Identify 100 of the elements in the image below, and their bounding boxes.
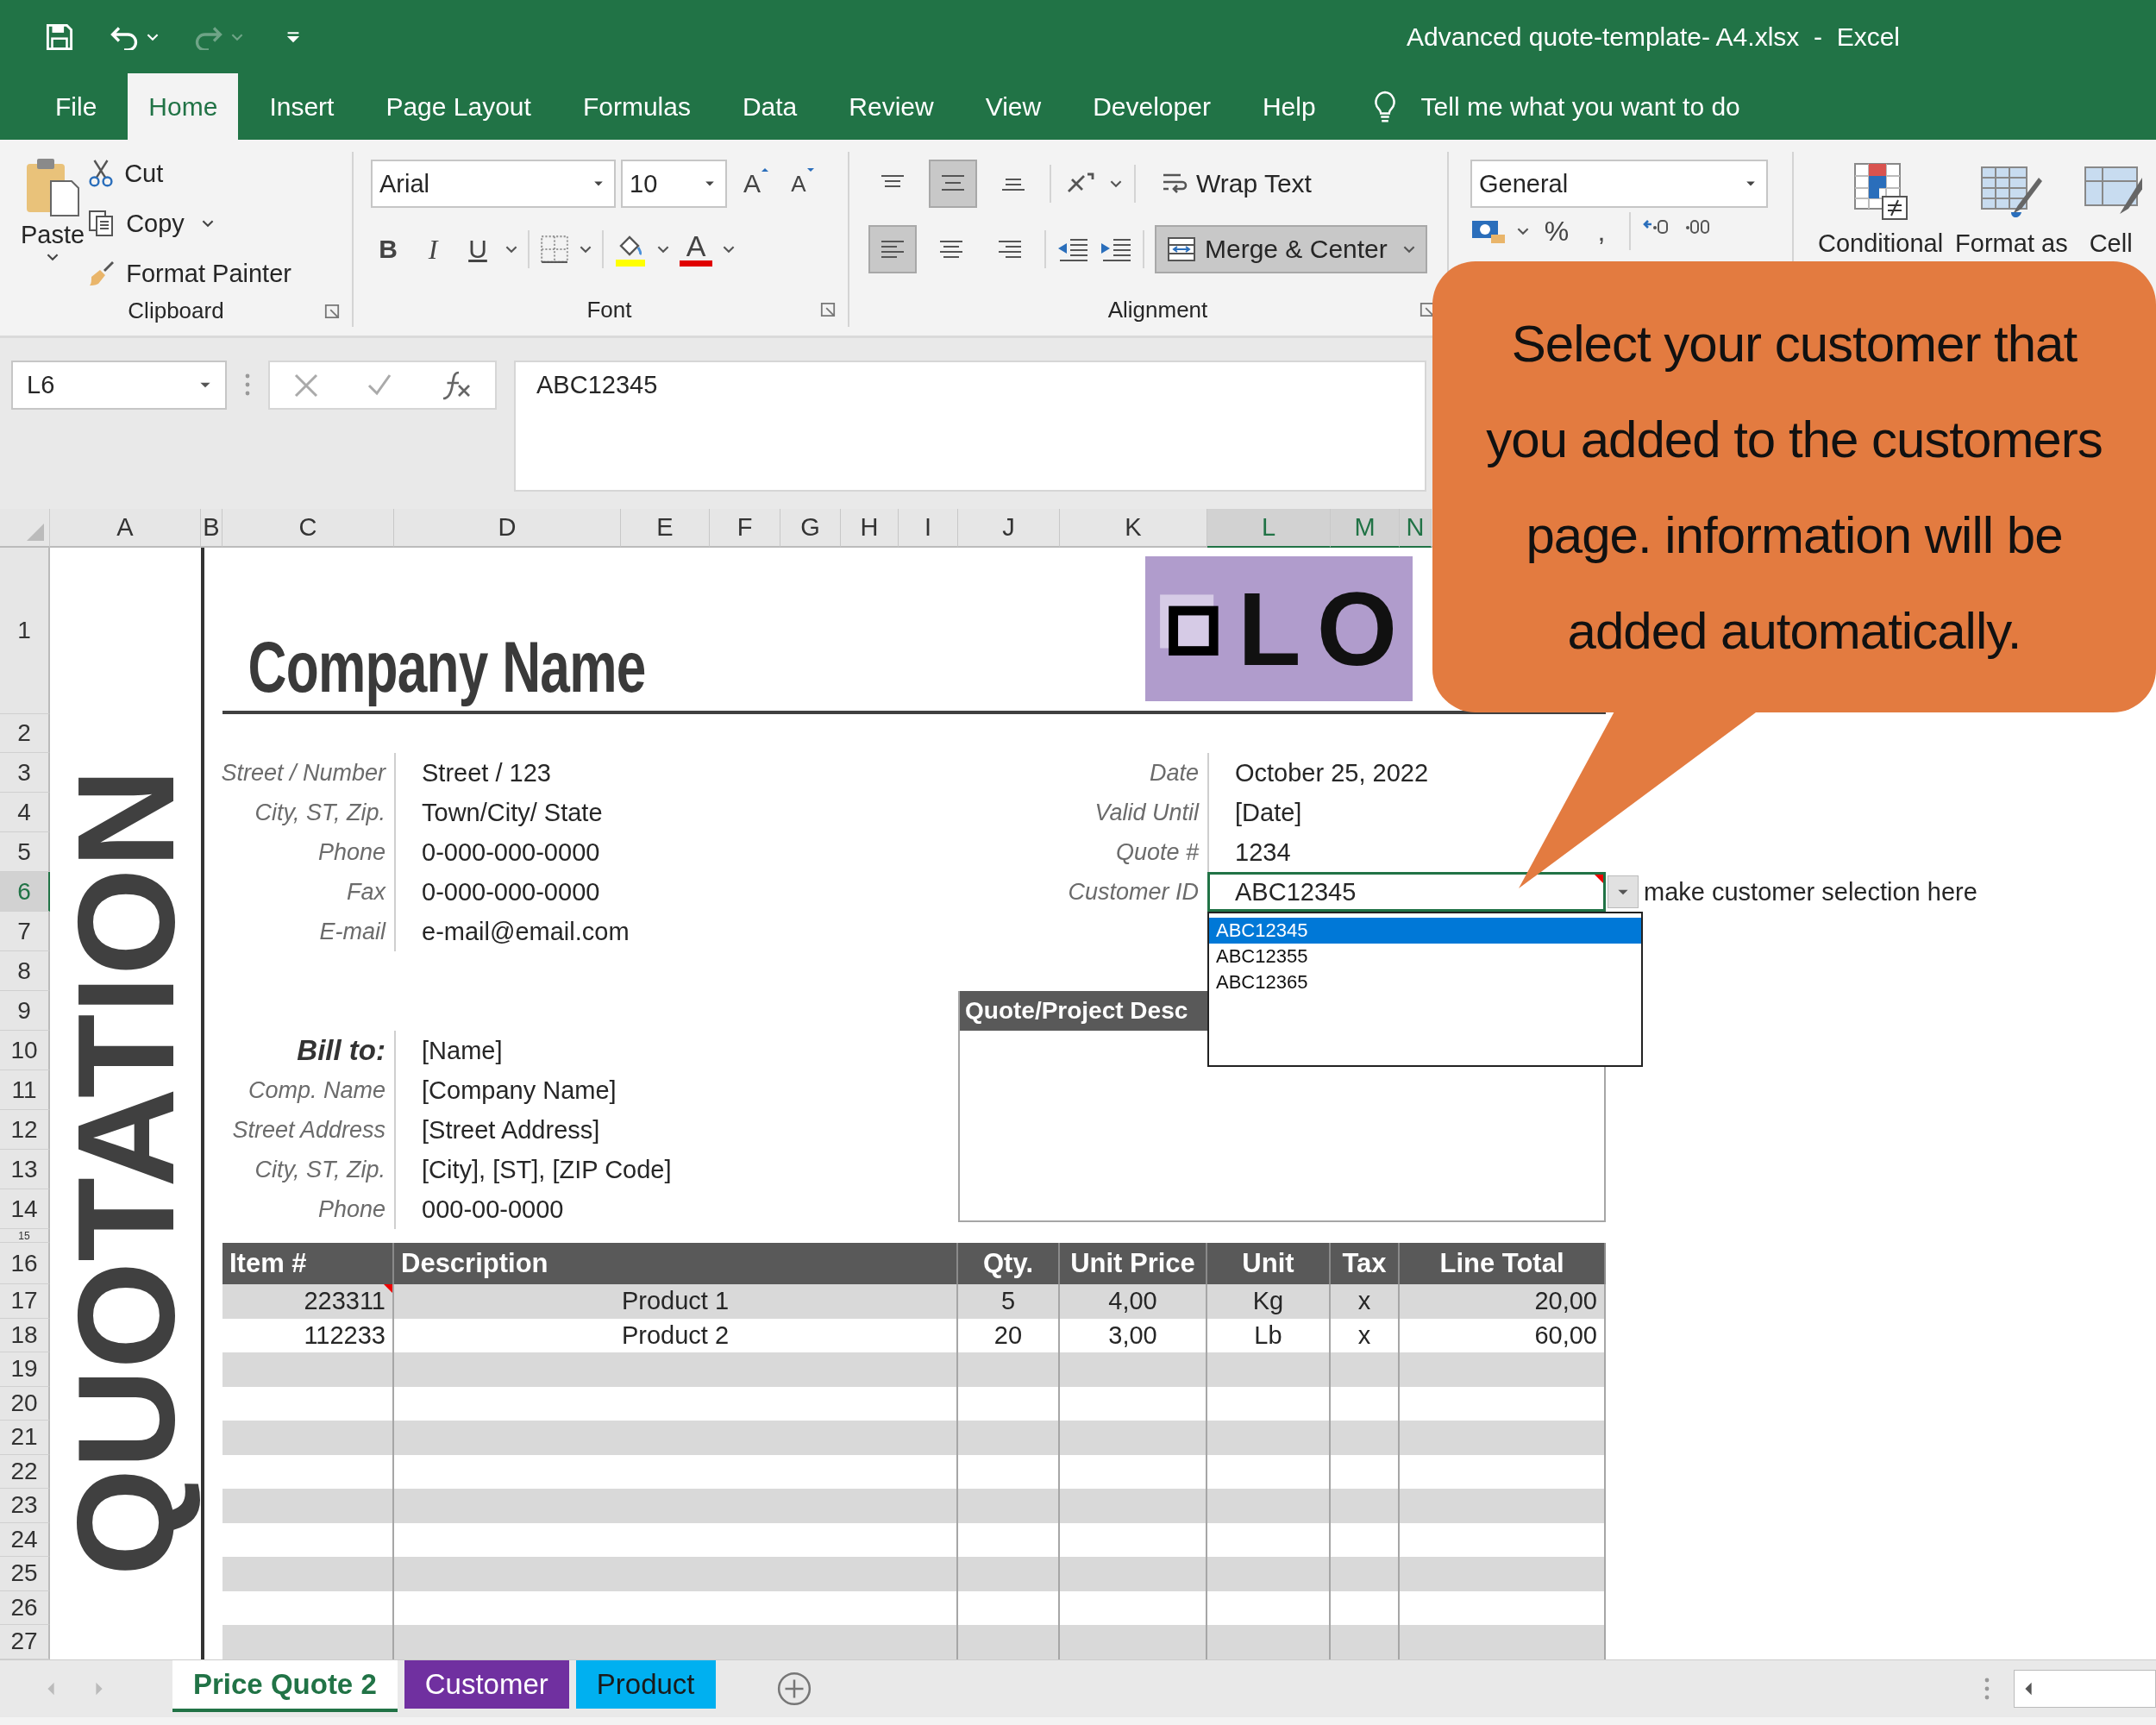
ribbon-tab[interactable]: Formulas bbox=[561, 73, 711, 140]
sheet-tab[interactable]: Product bbox=[575, 1660, 716, 1709]
cut-button[interactable]: Cut bbox=[88, 152, 291, 195]
row-header[interactable]: 23 bbox=[0, 1489, 50, 1523]
row-header[interactable]: 19 bbox=[0, 1352, 50, 1387]
row-header[interactable]: 22 bbox=[0, 1454, 50, 1489]
ribbon-tab[interactable]: Page Layout bbox=[365, 73, 552, 140]
merge-center-button[interactable]: Merge & Center bbox=[1155, 225, 1427, 273]
grip-icon[interactable] bbox=[1984, 1677, 1990, 1701]
horizontal-scrollbar[interactable] bbox=[2014, 1670, 2156, 1708]
number-format-dropdown[interactable]: General bbox=[1470, 160, 1768, 208]
column-header[interactable]: A bbox=[50, 509, 201, 548]
row-header[interactable]: 25 bbox=[0, 1557, 50, 1591]
formula-input[interactable]: ABC12345 bbox=[514, 361, 1426, 492]
lightbulb-icon[interactable] bbox=[1372, 90, 1397, 123]
column-header[interactable]: N bbox=[1400, 509, 1432, 548]
column-header[interactable]: L bbox=[1207, 509, 1331, 548]
dialog-launcher-icon[interactable] bbox=[324, 303, 340, 319]
borders-icon[interactable] bbox=[540, 235, 569, 264]
row-header[interactable]: 6 bbox=[0, 872, 50, 912]
row-header[interactable]: 9 bbox=[0, 991, 50, 1031]
ribbon-tab[interactable]: Help bbox=[1241, 73, 1337, 140]
font-name-dropdown[interactable]: Arial bbox=[371, 160, 616, 208]
caret-icon[interactable] bbox=[657, 245, 669, 254]
ribbon-tab[interactable]: Review bbox=[828, 73, 955, 140]
conditional-formatting-button[interactable]: Conditional bbox=[1818, 152, 1944, 258]
underline-button[interactable]: U bbox=[461, 227, 495, 272]
row-header[interactable]: 4 bbox=[0, 793, 50, 832]
format-painter-button[interactable]: Format Painter bbox=[88, 252, 291, 295]
row-header[interactable]: 20 bbox=[0, 1386, 50, 1421]
column-header[interactable]: C bbox=[222, 509, 394, 548]
row-header[interactable]: 13 bbox=[0, 1150, 50, 1189]
caret-icon[interactable] bbox=[1517, 227, 1529, 235]
row-header[interactable]: 12 bbox=[0, 1110, 50, 1150]
column-header[interactable]: J bbox=[958, 509, 1060, 548]
add-sheet-icon[interactable] bbox=[775, 1671, 812, 1707]
row-header[interactable]: 2 bbox=[0, 714, 50, 753]
row-header[interactable]: 18 bbox=[0, 1318, 50, 1352]
selected-cell[interactable]: ABC12345 bbox=[1207, 872, 1606, 912]
row-header[interactable]: 7 bbox=[0, 912, 50, 951]
row-header[interactable]: 14 bbox=[0, 1189, 50, 1229]
column-header[interactable]: G bbox=[780, 509, 841, 548]
column-header[interactable]: M bbox=[1331, 509, 1400, 548]
caret-icon[interactable] bbox=[1110, 179, 1122, 188]
dropdown-option[interactable]: ABC12345 bbox=[1209, 918, 1641, 944]
ribbon-tab[interactable]: Home bbox=[128, 73, 239, 140]
sheet-tab[interactable]: Customer bbox=[404, 1660, 569, 1709]
dialog-launcher-icon[interactable] bbox=[820, 302, 836, 317]
caret-icon[interactable] bbox=[723, 245, 735, 254]
font-color-button[interactable]: A bbox=[680, 232, 712, 267]
scroll-left-icon[interactable] bbox=[2023, 1681, 2034, 1697]
ribbon-tab[interactable]: Data bbox=[721, 73, 818, 140]
italic-button[interactable]: I bbox=[416, 227, 450, 272]
font-size-dropdown[interactable]: 10 bbox=[621, 160, 727, 208]
row-header[interactable]: 26 bbox=[0, 1590, 50, 1625]
grip-icon[interactable] bbox=[244, 373, 251, 397]
customize-icon[interactable] bbox=[286, 29, 300, 44]
copy-button[interactable]: Copy bbox=[88, 202, 291, 245]
row-header[interactable]: 8 bbox=[0, 951, 50, 991]
dropdown-button[interactable] bbox=[1608, 875, 1639, 908]
bold-button[interactable]: B bbox=[371, 227, 405, 272]
row-header[interactable]: 5 bbox=[0, 832, 50, 872]
row-header[interactable]: 17 bbox=[0, 1284, 50, 1319]
ribbon-tab[interactable]: Developer bbox=[1072, 73, 1232, 140]
column-header[interactable]: F bbox=[710, 509, 780, 548]
row-header[interactable]: 16 bbox=[0, 1243, 50, 1284]
column-header[interactable]: B bbox=[201, 509, 222, 548]
row-header[interactable]: 3 bbox=[0, 753, 50, 793]
caret-icon[interactable] bbox=[505, 245, 517, 254]
percent-button[interactable]: % bbox=[1539, 214, 1574, 248]
wrap-text-button[interactable]: Wrap Text bbox=[1148, 160, 1324, 208]
decrease-indent-icon[interactable] bbox=[1056, 236, 1089, 262]
paste-button[interactable]: Paste bbox=[21, 152, 85, 295]
format-as-table-button[interactable]: Format as bbox=[1955, 152, 2068, 258]
row-header[interactable]: 11 bbox=[0, 1070, 50, 1110]
middle-align-button[interactable] bbox=[929, 160, 977, 208]
ribbon-tab[interactable]: View bbox=[964, 73, 1062, 140]
shrink-font-button[interactable]: A bbox=[786, 161, 820, 206]
column-header[interactable]: D bbox=[394, 509, 621, 548]
ribbon-tab[interactable]: Insert bbox=[248, 73, 355, 140]
cell-styles-button[interactable]: Cell bbox=[2079, 152, 2142, 258]
row-header[interactable]: 24 bbox=[0, 1522, 50, 1557]
dropdown-option[interactable]: ABC12355 bbox=[1209, 944, 1641, 969]
name-box[interactable]: L6 bbox=[11, 361, 227, 410]
row-header[interactable]: 15 bbox=[0, 1229, 50, 1243]
ribbon-tab[interactable]: File bbox=[34, 73, 118, 140]
save-icon[interactable] bbox=[45, 22, 74, 52]
align-left-button[interactable] bbox=[868, 225, 917, 273]
search-field[interactable]: Tell me what you want to do bbox=[1420, 91, 1740, 122]
column-header[interactable]: E bbox=[621, 509, 710, 548]
comma-button[interactable]: , bbox=[1584, 214, 1619, 248]
caret-icon[interactable] bbox=[580, 245, 592, 254]
column-header[interactable]: K bbox=[1060, 509, 1207, 548]
sheet-tab[interactable]: Price Quote 2 bbox=[172, 1660, 398, 1712]
grow-font-button[interactable]: A bbox=[739, 161, 774, 206]
column-header[interactable]: H bbox=[841, 509, 899, 548]
dialog-launcher-icon[interactable] bbox=[1420, 302, 1435, 317]
row-header[interactable]: 10 bbox=[0, 1031, 50, 1070]
row-header[interactable]: 1 bbox=[0, 548, 50, 714]
column-header[interactable]: I bbox=[899, 509, 958, 548]
